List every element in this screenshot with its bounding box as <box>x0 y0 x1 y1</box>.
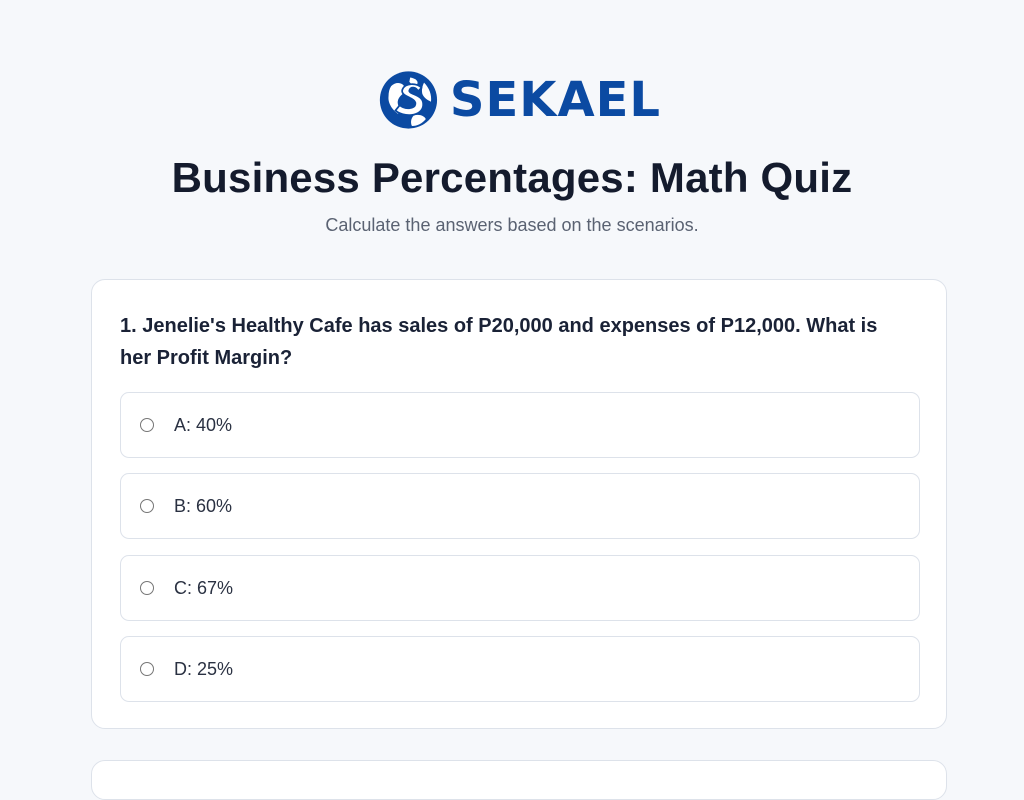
page-title: Business Percentages: Math Quiz <box>171 154 853 201</box>
radio-button-c[interactable] <box>140 581 154 595</box>
radio-button-d[interactable] <box>140 662 154 676</box>
answer-option-c[interactable]: C: 67% <box>120 555 920 621</box>
answer-option-label: C: 67% <box>174 577 234 598</box>
sekael-logo: SEKAEL <box>379 66 661 134</box>
brand-name: SEKAEL <box>449 72 661 128</box>
radio-button-b[interactable] <box>140 499 154 513</box>
answer-option-d[interactable]: D: 25% <box>120 636 920 702</box>
question-card-1: 1. Jenelie's Healthy Cafe has sales of P… <box>91 279 947 729</box>
answer-option-label: B: 60% <box>174 495 233 516</box>
globe-s-icon <box>379 71 438 129</box>
radio-button-a[interactable] <box>140 418 154 432</box>
page-subtitle: Calculate the answers based on the scena… <box>325 215 699 235</box>
answer-option-b[interactable]: B: 60% <box>120 473 920 539</box>
answer-option-label: A: 40% <box>174 414 233 435</box>
question-text: 1. Jenelie's Healthy Cafe has sales of P… <box>120 315 878 369</box>
answer-option-a[interactable]: A: 40% <box>120 392 920 458</box>
question-card-2 <box>91 760 947 800</box>
answer-option-label: D: 25% <box>174 658 234 679</box>
